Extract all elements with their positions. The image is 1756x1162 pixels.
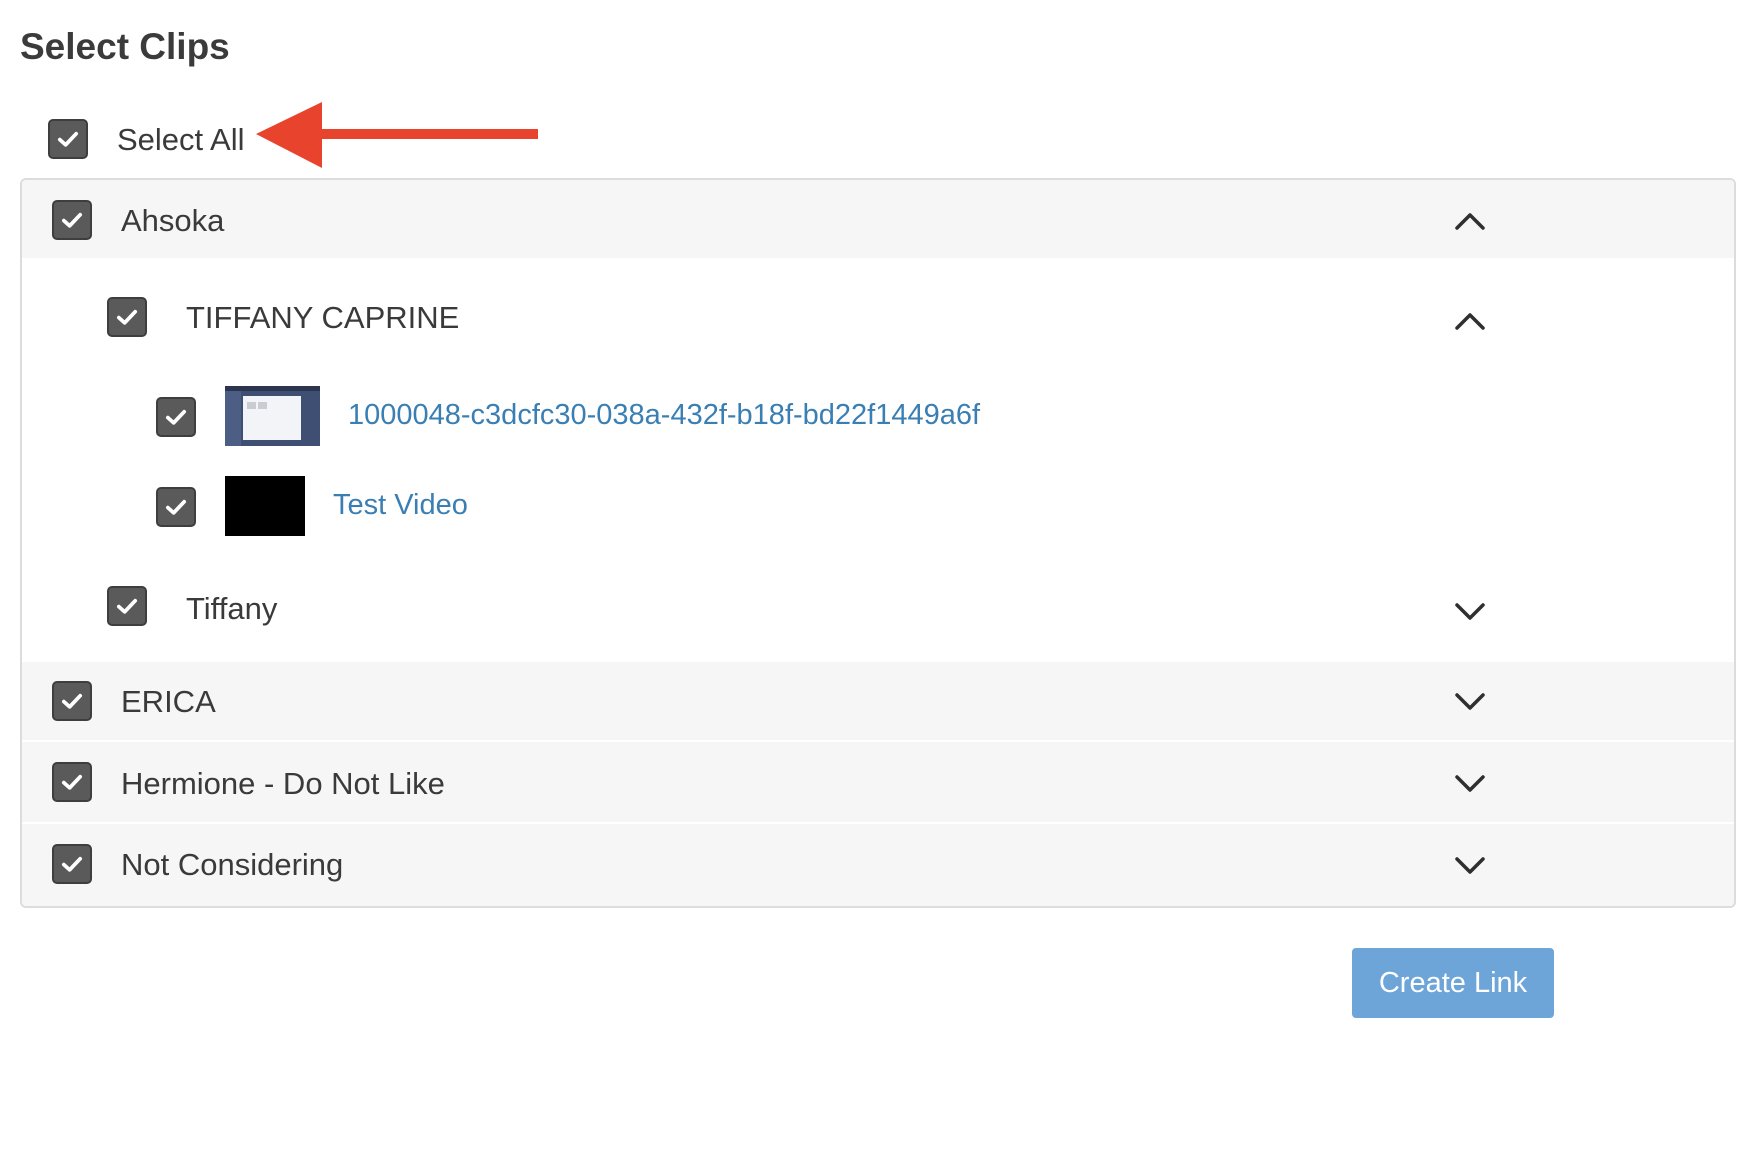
check-icon [165,499,187,515]
group-label-ahsoka: Ahsoka [121,203,225,238]
subgroup-label-tiffany: Tiffany [186,591,278,626]
subgroup-checkbox-tiffany-caprine[interactable] [107,297,147,337]
check-icon [116,598,138,614]
check-icon [165,409,187,425]
clip-link-1[interactable]: 1000048-c3dcfc30-038a-432f-b18f-bd22f144… [348,399,980,432]
group-checkbox-hermione[interactable] [52,762,92,802]
chevron-down-icon[interactable] [1453,600,1487,622]
annotation-arrow [256,102,538,168]
subgroup-label-tiffany-caprine: TIFFANY CAPRINE [186,300,460,335]
check-icon [61,856,83,872]
clip-thumbnail-1[interactable] [225,386,320,446]
check-icon [116,309,138,325]
select-all-checkbox[interactable] [48,119,88,159]
chevron-up-icon[interactable] [1453,310,1487,332]
select-all-label: Select All [117,122,245,157]
clips-tree-panel: Ahsoka TIFFANY CAPRINE 1000048-c3dcfc30-… [20,178,1736,908]
group-checkbox-not-considering[interactable] [52,844,92,884]
check-icon [61,774,83,790]
clip-thumbnail-2[interactable] [225,476,305,536]
page-title: Select Clips [20,26,230,67]
check-icon [61,693,83,709]
chevron-down-icon[interactable] [1453,854,1487,876]
subgroup-checkbox-tiffany[interactable] [107,586,147,626]
create-link-button[interactable]: Create Link [1352,948,1554,1018]
group-label-erica: ERICA [121,684,216,719]
clip-link-2[interactable]: Test Video [333,489,468,522]
chevron-down-icon[interactable] [1453,690,1487,712]
clip-checkbox-1[interactable] [156,397,196,437]
clip-checkbox-2[interactable] [156,487,196,527]
group-checkbox-erica[interactable] [52,681,92,721]
group-label-hermione: Hermione - Do Not Like [121,766,445,801]
check-icon [57,131,79,147]
check-icon [61,212,83,228]
group-label-not-considering: Not Considering [121,847,344,882]
chevron-down-icon[interactable] [1453,772,1487,794]
chevron-up-icon[interactable] [1453,210,1487,232]
group-checkbox-ahsoka[interactable] [52,200,92,240]
